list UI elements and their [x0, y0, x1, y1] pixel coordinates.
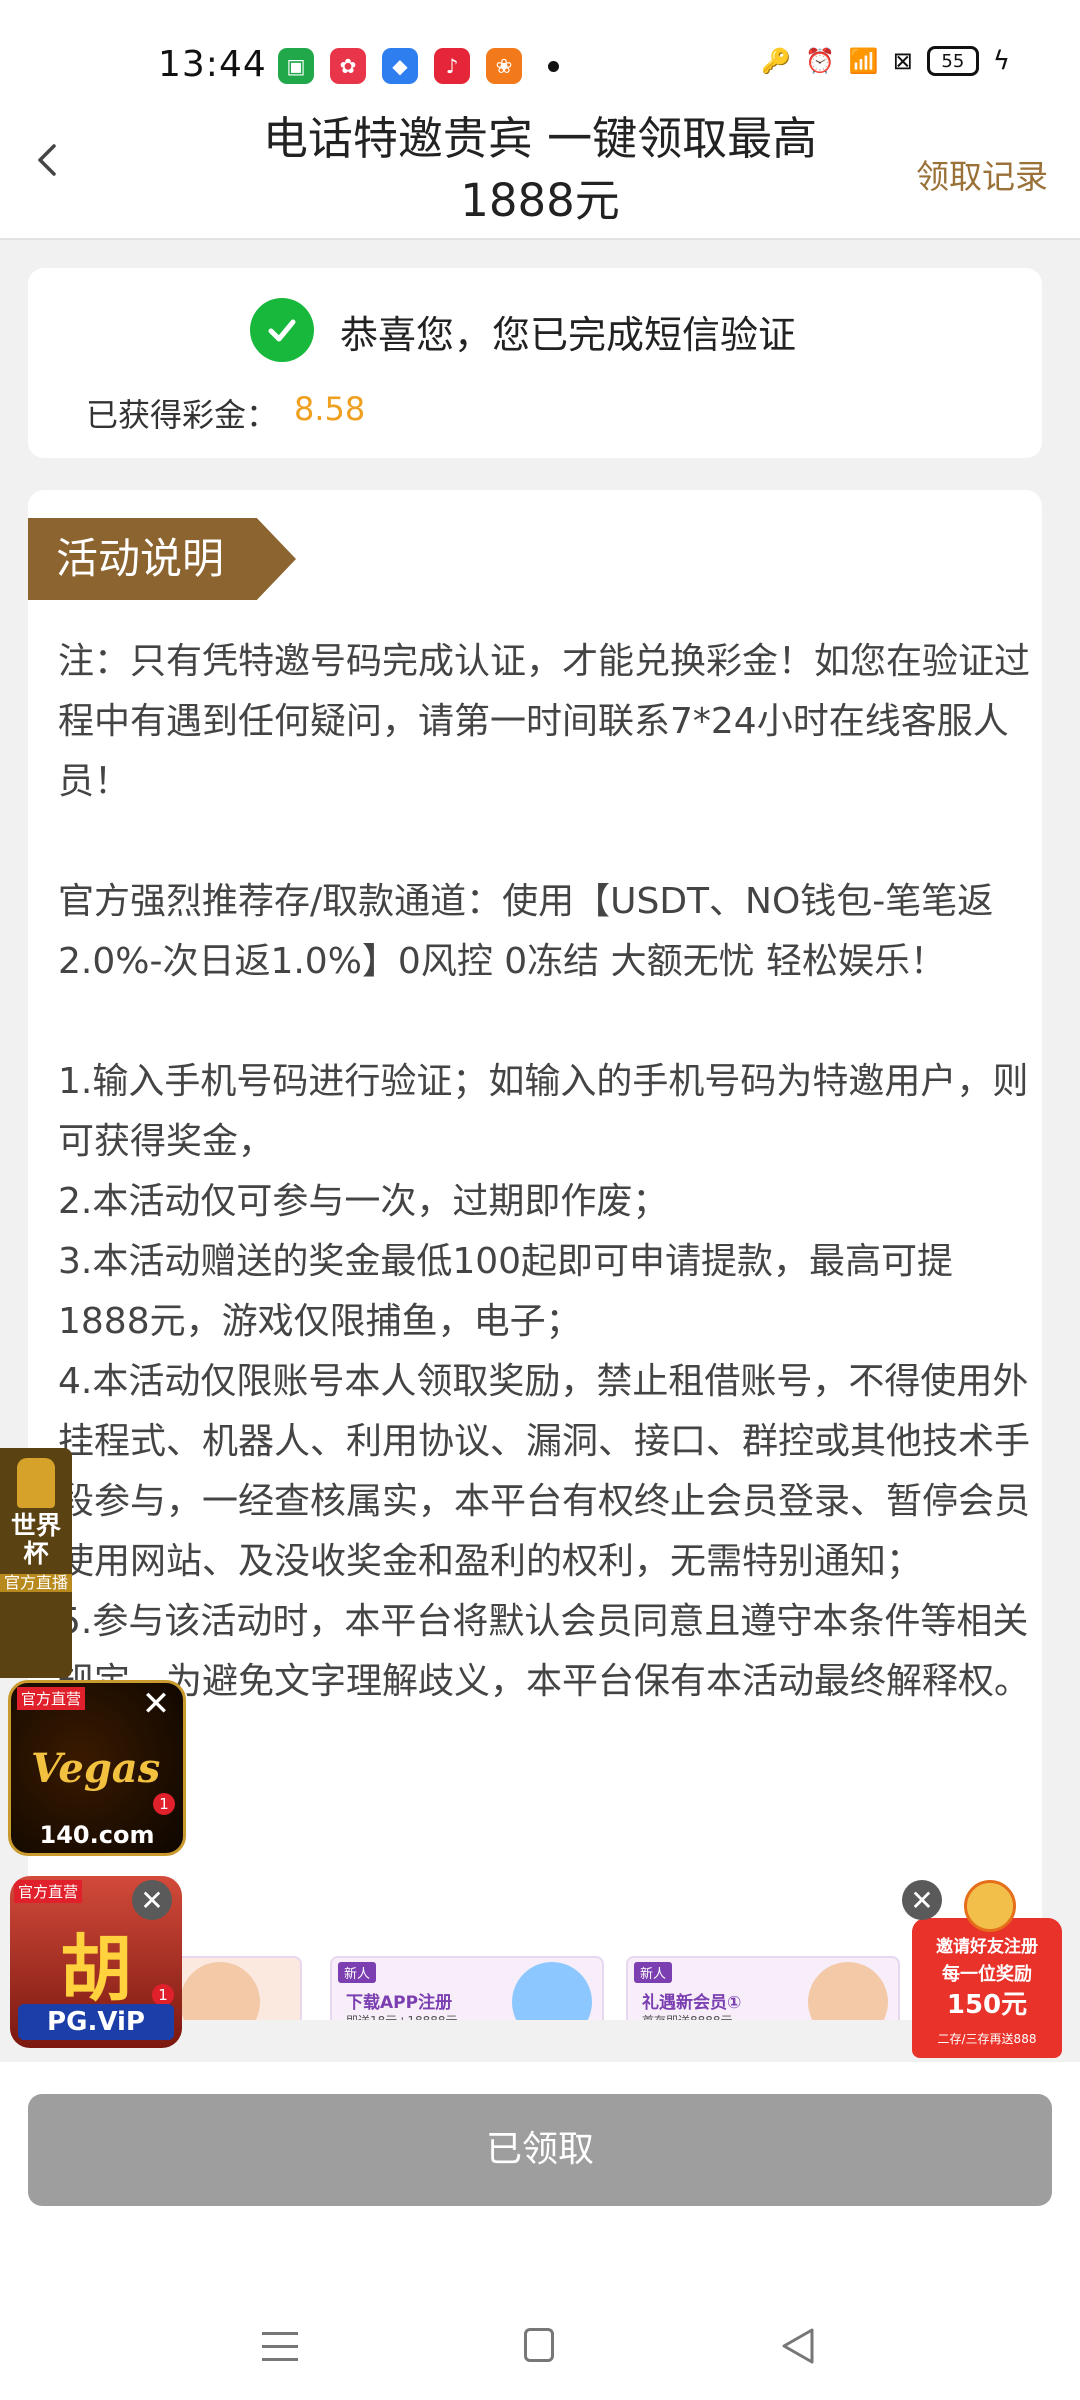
notification-count-badge: 1 — [152, 1984, 174, 2006]
promo-thumb[interactable]: 新人 下载APP注册 即送18元+18888元 — [330, 1956, 604, 2020]
back-arrow-icon[interactable] — [30, 142, 66, 178]
back-triangle-icon[interactable] — [778, 2324, 818, 2368]
activity-description: 注：只有凭特邀号码完成认证，才能兑换彩金！如您在验证过程中有遇到任何疑问，请第一… — [58, 632, 1032, 1712]
close-icon[interactable]: ✕ — [902, 1880, 942, 1920]
page-title: 电话特邀贵宾 一键领取最高1888元 — [262, 112, 818, 227]
sim-off-icon: ⊠ — [892, 47, 913, 75]
app-notification-icon: ❀ — [486, 48, 522, 84]
note-paragraph: 注：只有凭特邀号码完成认证，才能兑换彩金！如您在验证过程中有遇到任何疑问，请第一… — [58, 641, 1031, 802]
trophy-icon — [17, 1458, 55, 1508]
success-check-icon — [250, 298, 314, 362]
earned-value: 8.58 — [294, 390, 366, 428]
close-icon[interactable]: ✕ — [132, 1880, 172, 1920]
notification-icons: ▣ ✿ ◆ ♪ ❀ — [278, 48, 559, 84]
rule-item: 1.输入手机号码进行验证；如输入的手机号码为特邀用户，则可获得奖金， — [58, 1061, 1029, 1162]
rule-item: 4.本活动仅限账号本人领取奖励，禁止租借账号，不得使用外挂程式、机器人、利用协议… — [58, 1361, 1031, 1582]
rule-item: 3.本活动赠送的奖金最低100起即可申请提款，最高可提1888元，游戏仅限捕鱼，… — [58, 1241, 954, 1342]
status-time: 13:44 — [158, 44, 267, 85]
channel-paragraph: 官方强烈推荐存/取款通道：使用【USDT、NO钱包-笔笔返2.0%-次日返1.0… — [58, 881, 994, 982]
vpn-icon: 🔑 — [761, 47, 791, 75]
activity-heading: 活动说明 — [28, 518, 296, 600]
alarm-icon: ⏰ — [804, 47, 835, 75]
app-notification-icon: ◆ — [382, 48, 418, 84]
more-notifications-dot — [548, 60, 559, 72]
charging-icon: ϟ — [992, 46, 1010, 76]
battery-icon: 55 — [926, 46, 979, 76]
rule-item: 5.参与该活动时，本平台将默认会员同意且遵守本条件等相关规定，为避免文字理解歧义… — [58, 1601, 1031, 1702]
verification-card: 恭喜您，您已完成短信验证 已获得彩金： 8.58 — [28, 268, 1042, 458]
app-notification-icon: ✿ — [330, 48, 366, 84]
wifi-icon: 📶 — [848, 47, 879, 75]
bottom-bar: 已领取 — [0, 2062, 1080, 2400]
page-header: 电话特邀贵宾 一键领取最高1888元 领取记录 — [0, 100, 1080, 240]
home-icon[interactable] — [524, 2328, 554, 2362]
earned-label: 已获得彩金： — [86, 396, 279, 434]
promo-image — [180, 1962, 260, 2020]
promo-image — [808, 1962, 888, 2020]
system-nav-bar — [0, 2320, 1080, 2380]
music-app-icon: ♪ — [434, 48, 470, 84]
claim-record-link[interactable]: 领取记录 — [916, 150, 1048, 198]
world-cup-float-ad[interactable]: 世界杯 官方直播 — [0, 1448, 72, 1678]
promo-thumb[interactable]: 新人 礼遇新会员① 首存即送8888元 — [626, 1956, 900, 2020]
app-notification-icon: ▣ — [278, 48, 314, 84]
recent-apps-icon[interactable] — [262, 2332, 298, 2371]
coin-icon — [964, 1880, 1016, 1932]
promo-image — [512, 1962, 592, 2020]
notification-count-badge: 1 — [153, 1793, 175, 1815]
status-icons: 🔑 ⏰ 📶 ⊠ 55 ϟ — [761, 46, 1010, 76]
claimed-button[interactable]: 已领取 — [28, 2094, 1052, 2206]
verification-message: 恭喜您，您已完成短信验证 — [340, 313, 797, 357]
rule-item: 2.本活动仅可参与一次，过期即作废； — [58, 1181, 669, 1222]
close-icon[interactable]: ✕ — [136, 1684, 176, 1724]
